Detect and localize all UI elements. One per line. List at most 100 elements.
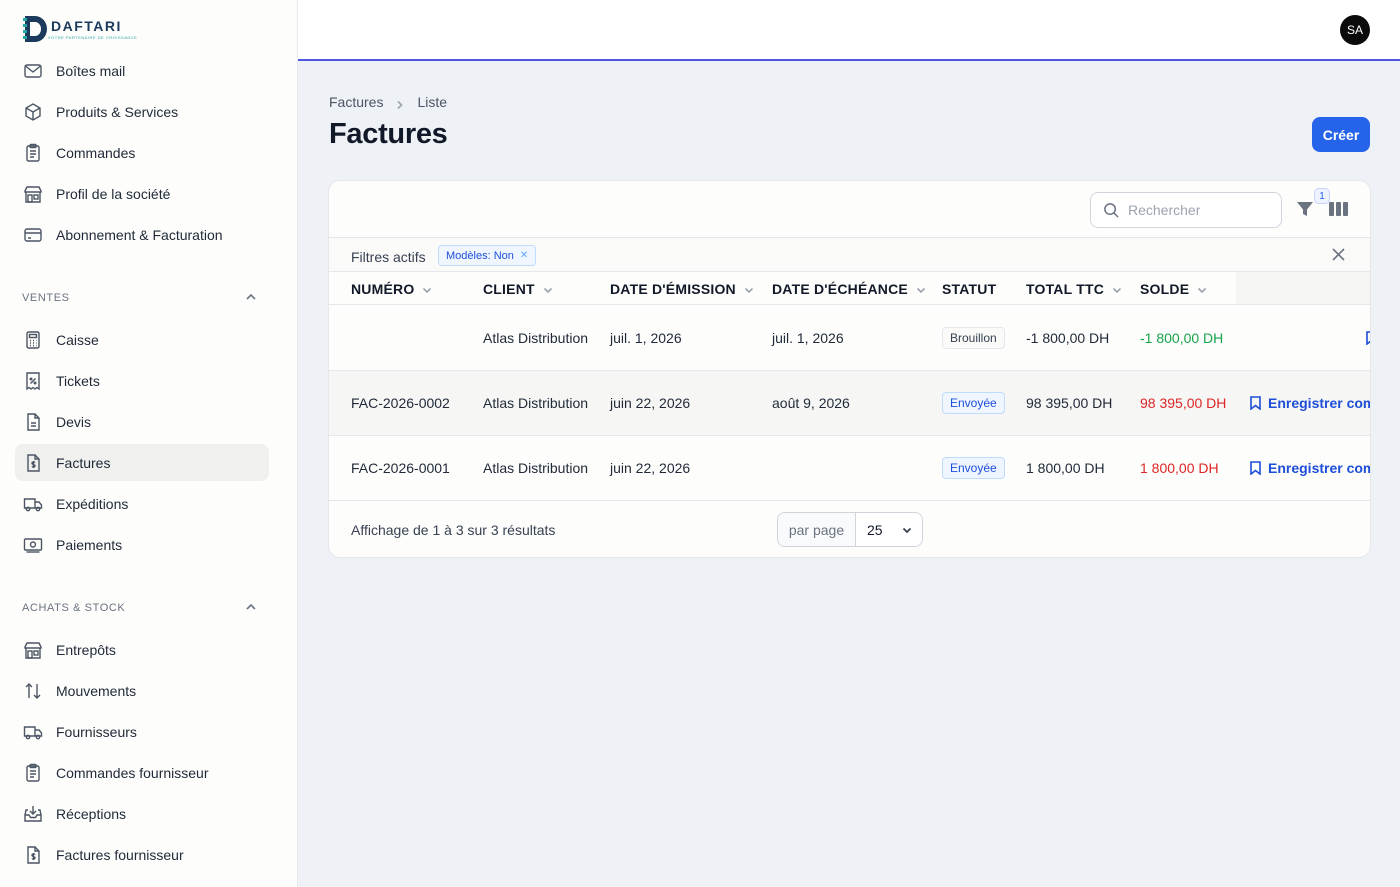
sidebar-item-commandes-fournisseur[interactable]: Commandes fournisseur (15, 754, 269, 791)
sidebar-item-entrepots[interactable]: Entrepôts (15, 631, 269, 668)
filter-chip-label: Modèles: Non (446, 249, 514, 262)
column-header-date-echeance[interactable]: DATE D'ÉCHÉANCE (772, 272, 927, 305)
create-button[interactable]: Créer (1312, 117, 1370, 152)
per-page-selector[interactable]: par page 25 (777, 512, 923, 547)
table-row[interactable]: FAC-2026-0001 Atlas Distribution juin 22… (329, 436, 1370, 501)
column-header-client[interactable]: CLIENT (483, 272, 554, 305)
sidebar-item-factures-fournisseur[interactable]: Factures fournisseur (15, 836, 269, 873)
cell-date-emission: juil. 1, 2026 (610, 330, 682, 346)
section-title-achats-stock: ACHATS & STOCK (22, 602, 126, 614)
column-header-solde[interactable]: SOLDE (1140, 272, 1208, 305)
cell-client: Atlas Distribution (483, 330, 589, 346)
cube-icon (23, 102, 43, 122)
section-title-ventes: VENTES (22, 292, 70, 304)
cell-action[interactable]: Enregistrer comm (1249, 436, 1370, 500)
column-label: NUMÉRO (351, 280, 415, 297)
table-row[interactable]: Atlas Distribution juil. 1, 2026 juil. 1… (329, 306, 1370, 371)
bookmark-icon[interactable] (1365, 331, 1370, 345)
sidebar-item-expeditions[interactable]: Expéditions (15, 485, 269, 522)
record-payment-link[interactable]: Enregistrer comm (1249, 460, 1370, 476)
sidebar-item-factures[interactable]: Factures (15, 444, 269, 481)
sidebar-item-mouvements[interactable]: Mouvements (15, 672, 269, 709)
chevron-down-icon (421, 283, 433, 295)
column-label: DATE D'ÉCHÉANCE (772, 280, 908, 297)
columns-icon (1329, 202, 1348, 216)
cell-date-echeance: août 9, 2026 (772, 395, 850, 411)
column-header-total-ttc[interactable]: TOTAL TTC (1026, 272, 1123, 305)
sidebar-item-commandes[interactable]: Commandes (15, 134, 269, 171)
sidebar-item-produits-services[interactable]: Produits & Services (15, 93, 269, 130)
sidebar-item-profil-societe[interactable]: Profil de la société (15, 175, 269, 212)
search-box[interactable] (1090, 192, 1282, 228)
credit-card-icon (23, 225, 43, 245)
cell-numero: FAC-2026-0001 (351, 460, 450, 476)
store-icon (23, 640, 43, 660)
per-page-value: 25 (867, 521, 883, 538)
active-filters-label: Filtres actifs (351, 249, 426, 265)
sidebar-item-devis[interactable]: Devis (15, 403, 269, 440)
record-payment-label: Enregistrer comm (1268, 460, 1370, 476)
column-header-date-emission[interactable]: DATE D'ÉMISSION (610, 272, 755, 305)
user-avatar[interactable]: SA (1340, 15, 1370, 45)
column-header-numero[interactable]: NUMÉRO (351, 272, 433, 305)
funnel-icon (1297, 202, 1313, 216)
search-icon (1104, 202, 1119, 218)
store-icon (23, 184, 43, 204)
chevron-down-icon (743, 283, 755, 295)
cell-date-emission: juin 22, 2026 (610, 460, 691, 476)
cell-client: Atlas Distribution (483, 460, 589, 476)
cell-statut: Envoyée (942, 436, 1005, 500)
clipboard-icon (23, 143, 43, 163)
breadcrumb-item-liste[interactable]: Liste (417, 94, 447, 110)
filter-button[interactable] (1296, 200, 1316, 220)
chevron-up-icon[interactable] (244, 290, 258, 304)
status-badge: Envoyée (942, 392, 1005, 414)
cell-solde: -1 800,00 DH (1140, 330, 1224, 346)
sidebar-item-label: Caisse (56, 331, 99, 348)
column-header-statut: STATUT (942, 272, 996, 305)
logo-mark-icon (22, 14, 48, 44)
column-label: STATUT (942, 280, 997, 297)
arrows-up-down-icon (23, 681, 43, 701)
record-payment-link[interactable]: Enregistrer comm (1249, 395, 1370, 411)
chevron-up-icon[interactable] (244, 600, 258, 614)
table-row[interactable]: FAC-2026-0002 Atlas Distribution juin 22… (329, 371, 1370, 436)
document-icon (23, 412, 43, 432)
per-page-select[interactable]: 25 (856, 522, 913, 538)
clear-filters-icon[interactable] (1332, 248, 1346, 262)
chevron-down-icon (915, 283, 927, 295)
breadcrumb: Factures Liste (329, 94, 447, 110)
sidebar-item-abonnement[interactable]: Abonnement & Facturation (15, 216, 269, 253)
status-badge: Brouillon (942, 327, 1005, 349)
sidebar-item-fournisseurs[interactable]: Fournisseurs (15, 713, 269, 750)
column-label: DATE D'ÉMISSION (610, 280, 736, 297)
sidebar-item-label: Factures fournisseur (56, 846, 184, 863)
search-input[interactable] (1128, 202, 1268, 218)
filter-chip[interactable]: Modèles: Non ✕ (438, 245, 537, 266)
sidebar-item-boites-mail[interactable]: Boîtes mail (15, 52, 269, 89)
sidebar-item-tickets[interactable]: Tickets (15, 362, 269, 399)
column-label: SOLDE (1140, 280, 1190, 297)
per-page-label: par page (778, 513, 856, 546)
columns-toggle-button[interactable] (1329, 200, 1349, 220)
breadcrumb-item-factures[interactable]: Factures (329, 94, 383, 110)
chevron-down-icon (1111, 283, 1123, 295)
inbox-download-icon (23, 804, 43, 824)
brand-logo[interactable]: DAFTARI VOTRE PARTENAIRE DE CROISSANCE (22, 14, 137, 44)
sidebar-item-caisse[interactable]: Caisse (15, 321, 269, 358)
column-label: CLIENT (483, 280, 535, 297)
sidebar-item-label: Abonnement & Facturation (56, 226, 223, 243)
remove-filter-icon[interactable]: ✕ (520, 250, 528, 261)
cell-date-emission: juin 22, 2026 (610, 395, 691, 411)
truck-icon (23, 722, 43, 742)
actions-column-header (1236, 272, 1370, 304)
status-badge: Envoyée (942, 457, 1005, 479)
cell-solde: 1 800,00 DH (1140, 460, 1219, 476)
column-label: TOTAL TTC (1026, 280, 1105, 297)
sidebar-item-paiements[interactable]: Paiements (15, 526, 269, 563)
sidebar-item-label: Profil de la société (56, 185, 171, 202)
cell-action[interactable] (1365, 306, 1370, 370)
invoice-dollar-icon (23, 845, 43, 865)
sidebar-item-receptions[interactable]: Réceptions (15, 795, 269, 832)
cell-action[interactable]: Enregistrer comm (1249, 371, 1370, 435)
